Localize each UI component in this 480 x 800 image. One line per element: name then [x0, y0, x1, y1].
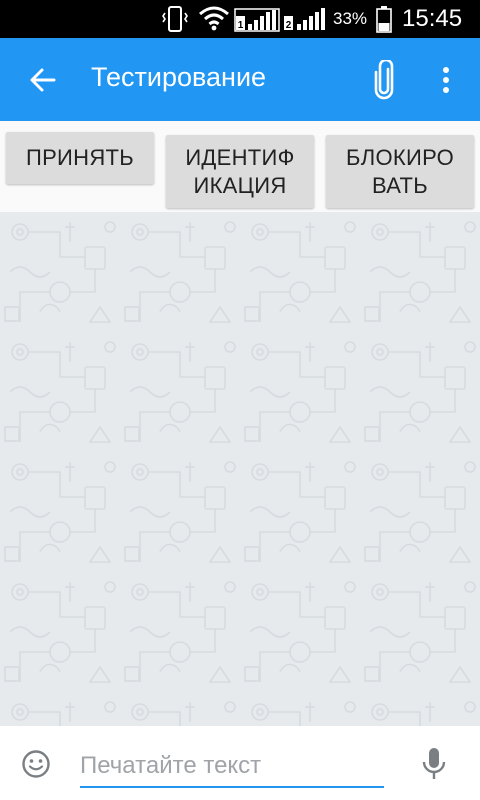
- mic-icon: [422, 748, 446, 779]
- chat-background-pattern: [0, 212, 480, 726]
- accept-label: ПРИНЯТЬ: [25, 145, 135, 170]
- emoji-icon: [22, 750, 50, 778]
- battery-icon: [375, 0, 393, 38]
- back-arrow-icon: [30, 68, 56, 92]
- identify-label: ИДЕНТИФ ИКАЦИЯ: [185, 144, 294, 200]
- page-title: Тестирование: [91, 62, 267, 92]
- sim2-label: 2: [286, 20, 292, 31]
- block-button[interactable]: БЛОКИРО ВАТЬ: [326, 135, 474, 208]
- identify-label-line2: ИКАЦИЯ: [193, 172, 287, 198]
- app-bar: Тестирование: [0, 38, 480, 121]
- more-options-button[interactable]: [430, 60, 462, 100]
- action-buttons-row: ПРИНЯТЬ ИДЕНТИФ ИКАЦИЯ БЛОКИРО ВАТЬ: [0, 121, 480, 212]
- attach-button[interactable]: [364, 58, 404, 102]
- back-button[interactable]: [22, 60, 62, 100]
- message-composer: [0, 726, 480, 800]
- message-input[interactable]: [80, 746, 384, 788]
- sim2-signal-icon: 2: [283, 0, 329, 38]
- block-label: БЛОКИРО ВАТЬ: [346, 144, 454, 200]
- identify-label-line1: ИДЕНТИФ: [185, 144, 295, 170]
- emoji-button[interactable]: [20, 748, 52, 780]
- sim1-signal-icon: 1: [234, 0, 280, 38]
- identify-button[interactable]: ИДЕНТИФ ИКАЦИЯ: [166, 135, 314, 208]
- battery-percent: 33%: [333, 9, 368, 28]
- status-bar: 1 2 33% 15:45: [0, 0, 480, 38]
- wifi-icon: [198, 0, 230, 38]
- chat-area: [0, 212, 480, 726]
- clock: 15:45: [402, 5, 463, 32]
- block-label-line2: ВАТЬ: [372, 172, 428, 198]
- more-vert-icon: [443, 67, 449, 93]
- sim1-label: 1: [238, 20, 244, 31]
- accept-button[interactable]: ПРИНЯТЬ: [6, 132, 154, 184]
- vibrate-icon: [160, 0, 190, 38]
- block-label-line1: БЛОКИРО: [345, 144, 455, 170]
- mic-button[interactable]: [418, 744, 450, 784]
- paperclip-icon: [374, 60, 394, 100]
